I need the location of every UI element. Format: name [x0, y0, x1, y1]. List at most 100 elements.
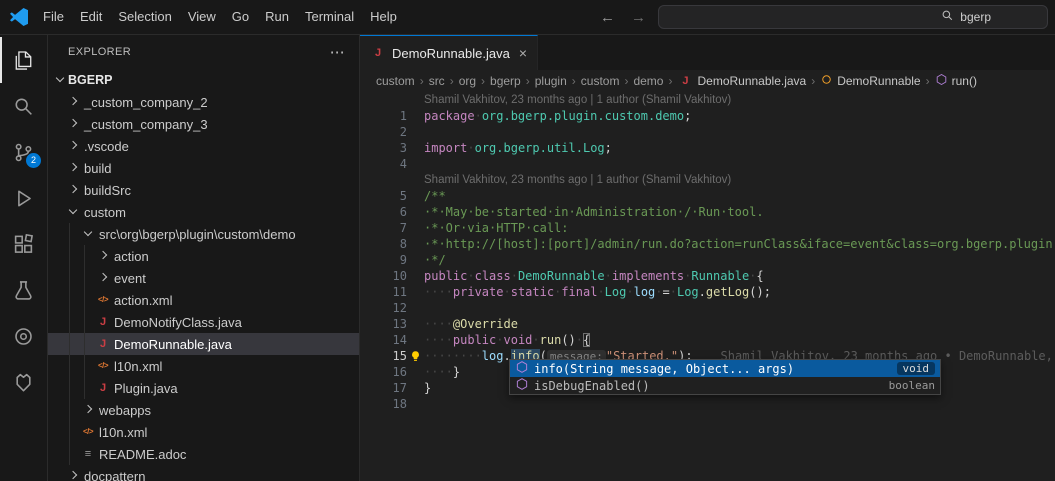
- nav-forward-icon[interactable]: →: [631, 9, 646, 26]
- breadcrumb-item[interactable]: plugin: [535, 74, 567, 88]
- tree-item-demorunnable-java[interactable]: JDemoRunnable.java: [48, 333, 359, 355]
- code-line: [424, 124, 1055, 140]
- tree-item-readme-adoc[interactable]: ≡README.adoc: [48, 443, 359, 465]
- tab-close-icon[interactable]: ×: [519, 45, 527, 61]
- method-symbol-icon: [935, 73, 948, 89]
- breadcrumb-item[interactable]: src: [429, 74, 445, 88]
- breadcrumb-item[interactable]: custom: [376, 74, 415, 88]
- chevron-right-icon[interactable]: [65, 182, 81, 198]
- activity-bar: 2: [0, 35, 48, 481]
- chevron-down-icon[interactable]: [65, 204, 81, 220]
- line-number: 16: [360, 364, 407, 380]
- line-number: [360, 172, 407, 188]
- breadcrumb-item[interactable]: demo: [633, 74, 663, 88]
- chevron-right-icon[interactable]: [65, 468, 81, 481]
- tab-demorunnable-java[interactable]: J DemoRunnable.java ×: [360, 35, 538, 70]
- breadcrumb-separator-icon: ›: [926, 74, 930, 88]
- tree-item--custom-company-2[interactable]: _custom_company_2: [48, 91, 359, 113]
- menu-terminal[interactable]: Terminal: [297, 0, 362, 34]
- code-line: package·org.bgerp.plugin.custom.demo;: [424, 108, 1055, 124]
- source-control-icon[interactable]: 2: [0, 129, 47, 175]
- extension-mascot-icon[interactable]: [0, 359, 47, 405]
- nav-back-icon[interactable]: ←: [600, 9, 615, 26]
- breadcrumb-item[interactable]: bgerp: [490, 74, 521, 88]
- tree-item-event[interactable]: event: [48, 267, 359, 289]
- tree-item-label: build: [84, 161, 111, 176]
- command-center-search[interactable]: bgerp: [658, 5, 1048, 29]
- tree-item-buildsrc[interactable]: buildSrc: [48, 179, 359, 201]
- tree-item--custom-company-3[interactable]: _custom_company_3: [48, 113, 359, 135]
- suggest-item[interactable]: info(String message, Object... args)void: [510, 360, 940, 377]
- explorer-icon[interactable]: [0, 37, 47, 83]
- code-line-row: 1package·org.bgerp.plugin.custom.demo;: [360, 108, 1055, 124]
- code-line-row: 5/**: [360, 188, 1055, 204]
- code-line-row: 9·*/: [360, 252, 1055, 268]
- workspace-root-row[interactable]: BGERP: [48, 69, 359, 91]
- java-file-icon: J: [95, 336, 111, 352]
- menu-selection[interactable]: Selection: [110, 0, 179, 34]
- code-line-row: 10public·class·DemoRunnable·implements·R…: [360, 268, 1055, 284]
- chevron-right-icon[interactable]: [65, 116, 81, 132]
- git-blame-text: Shamil Vakhitov, 23 months ago | 1 autho…: [424, 92, 731, 108]
- chevron-right-icon[interactable]: [95, 270, 111, 286]
- breadcrumb-item[interactable]: org: [459, 74, 476, 88]
- breadcrumb-item[interactable]: custom: [581, 74, 620, 88]
- code-line-row: 6·*·May·be·started·in·Administration·/·R…: [360, 204, 1055, 220]
- suggest-item-label: isDebugEnabled(): [534, 379, 884, 393]
- scm-badge: 2: [26, 153, 41, 168]
- extension-circle-icon[interactable]: [0, 313, 47, 359]
- breadcrumb-separator-icon: ›: [668, 74, 672, 88]
- tree-item-label: .vscode: [84, 139, 129, 154]
- line-number: 14: [360, 332, 407, 348]
- menu-file[interactable]: File: [35, 0, 72, 34]
- breadcrumb-item[interactable]: run(): [935, 73, 977, 89]
- java-file-icon: J: [95, 314, 111, 330]
- code-line: ····private·static·final·Log·log·=·Log.g…: [424, 284, 1055, 300]
- menu-run[interactable]: Run: [257, 0, 297, 34]
- run-and-debug-icon[interactable]: [0, 175, 47, 221]
- tree-item-l10n-xml[interactable]: </>l10n.xml: [48, 355, 359, 377]
- chevron-right-icon[interactable]: [65, 138, 81, 154]
- tree-item-demonotifyclass-java[interactable]: JDemoNotifyClass.java: [48, 311, 359, 333]
- menu-edit[interactable]: Edit: [72, 0, 110, 34]
- chevron-right-icon[interactable]: [65, 94, 81, 110]
- breadcrumb-item[interactable]: JDemoRunnable.java: [677, 73, 806, 89]
- menu-go[interactable]: Go: [224, 0, 257, 34]
- tree-item-src-org-bgerp-plugin-custom-demo[interactable]: src\org\bgerp\plugin\custom\demo: [48, 223, 359, 245]
- tree-item-build[interactable]: build: [48, 157, 359, 179]
- extensions-icon[interactable]: [0, 221, 47, 267]
- chevron-right-icon[interactable]: [80, 402, 96, 418]
- tree-item-webapps[interactable]: webapps: [48, 399, 359, 421]
- line-number: 2: [360, 124, 407, 140]
- tree-item-action[interactable]: action: [48, 245, 359, 267]
- tree-item-custom[interactable]: custom: [48, 201, 359, 223]
- tree-item-l10n-xml[interactable]: </>l10n.xml: [48, 421, 359, 443]
- adoc-file-icon: ≡: [80, 446, 96, 462]
- chevron-down-icon[interactable]: [80, 226, 96, 242]
- tree-indent-guide: [69, 223, 70, 465]
- code-line-row: 8·*·http://[host]:[port]/admin/run.do?ac…: [360, 236, 1055, 252]
- tree-item-action-xml[interactable]: </>action.xml: [48, 289, 359, 311]
- testing-icon[interactable]: [0, 267, 47, 313]
- more-actions-button[interactable]: ⋯: [330, 43, 345, 61]
- line-number: 11: [360, 284, 407, 300]
- code-line-row: 7·*·Or·via·HTTP·call:: [360, 220, 1055, 236]
- line-number: 17: [360, 380, 407, 396]
- tree-item--vscode[interactable]: .vscode: [48, 135, 359, 157]
- suggest-popup: info(String message, Object... args)void…: [509, 359, 941, 395]
- tree-item-docpattern[interactable]: docpattern: [48, 465, 359, 481]
- java-file-icon: J: [95, 380, 111, 396]
- blame-annotation-row: Shamil Vakhitov, 23 months ago | 1 autho…: [360, 172, 1055, 188]
- search-icon[interactable]: [0, 83, 47, 129]
- menu-view[interactable]: View: [180, 0, 224, 34]
- chevron-right-icon[interactable]: [95, 248, 111, 264]
- tree-item-plugin-java[interactable]: JPlugin.java: [48, 377, 359, 399]
- breadcrumb-item[interactable]: DemoRunnable: [820, 73, 920, 89]
- breadcrumb-separator-icon: ›: [526, 74, 530, 88]
- chevron-right-icon[interactable]: [65, 160, 81, 176]
- menu-help[interactable]: Help: [362, 0, 405, 34]
- file-tree: _custom_company_2_custom_company_3 .vscod…: [48, 91, 359, 481]
- suggest-item[interactable]: isDebugEnabled()boolean: [510, 377, 940, 394]
- line-number: 15: [360, 348, 407, 364]
- lightbulb-icon[interactable]: [407, 348, 424, 364]
